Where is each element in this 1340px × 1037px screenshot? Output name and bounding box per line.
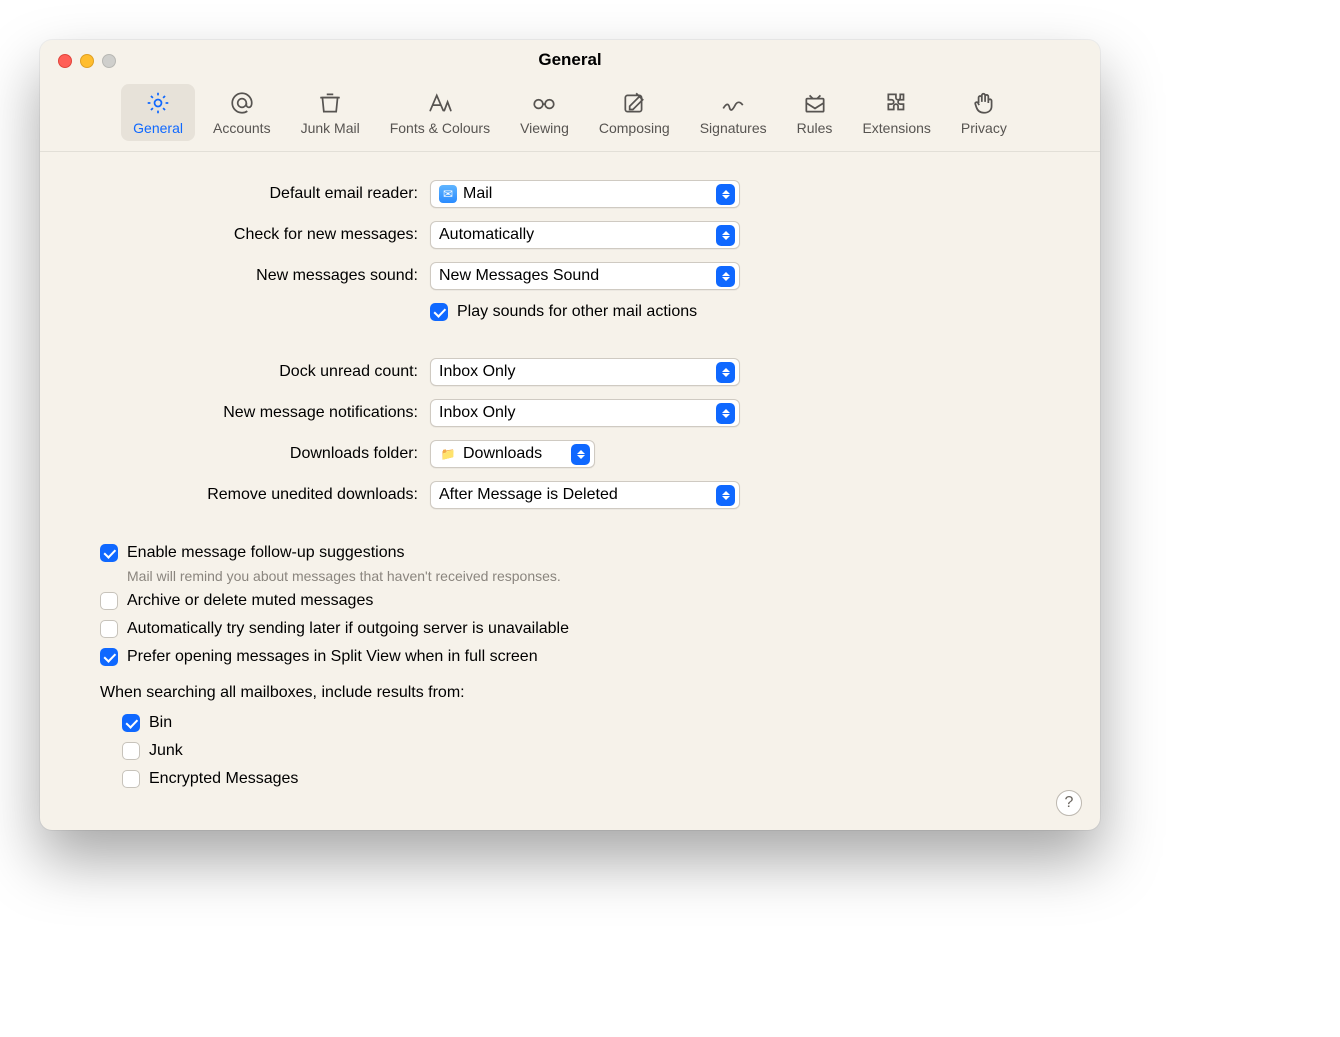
chevron-updown-icon <box>716 403 735 424</box>
remove-unedited-downloads-label: Remove unedited downloads: <box>100 486 430 504</box>
follow-up-suggestions-checkbox[interactable] <box>100 544 118 562</box>
archive-muted-checkbox[interactable] <box>100 592 118 610</box>
select-value: Inbox Only <box>439 363 706 381</box>
tab-label: Rules <box>797 120 833 136</box>
new-messages-sound-label: New messages sound: <box>100 267 430 285</box>
close-window-button[interactable] <box>58 54 72 68</box>
tab-extensions[interactable]: Extensions <box>850 84 942 141</box>
chevron-updown-icon <box>716 266 735 287</box>
select-value: New Messages Sound <box>439 267 706 285</box>
default-email-reader-label: Default email reader: <box>100 185 430 203</box>
include-encrypted-label: Encrypted Messages <box>149 768 298 790</box>
titlebar: General <box>40 40 1100 80</box>
general-settings-content: Default email reader: ✉ Mail Check for n… <box>40 152 1100 830</box>
split-view-label: Prefer opening messages in Split View wh… <box>127 646 538 668</box>
downloads-folder-label: Downloads folder: <box>100 445 430 463</box>
dock-unread-count-select[interactable]: Inbox Only <box>430 358 740 386</box>
bin-icon <box>316 90 344 116</box>
select-value: Downloads <box>463 445 561 463</box>
default-email-reader-select[interactable]: ✉ Mail <box>430 180 740 208</box>
split-view-checkbox[interactable] <box>100 648 118 666</box>
follow-up-sublabel: Mail will remind you about messages that… <box>127 568 1040 584</box>
preferences-window: General General Accounts Junk Mail Fonts… <box>40 40 1100 830</box>
chevron-updown-icon <box>716 362 735 383</box>
select-value: Mail <box>463 185 706 203</box>
new-message-notifications-label: New message notifications: <box>100 404 430 422</box>
traffic-lights <box>58 54 116 68</box>
new-messages-sound-select[interactable]: New Messages Sound <box>430 262 740 290</box>
preferences-toolbar: General Accounts Junk Mail Fonts & Colou… <box>40 80 1100 152</box>
glasses-icon <box>530 90 558 116</box>
compose-icon <box>620 90 648 116</box>
search-include-heading: When searching all mailboxes, include re… <box>100 684 1040 702</box>
play-sounds-other-checkbox[interactable] <box>430 303 448 321</box>
archive-muted-label: Archive or delete muted messages <box>127 590 373 612</box>
chevron-updown-icon <box>571 444 590 465</box>
tab-junk-mail[interactable]: Junk Mail <box>289 84 372 141</box>
remove-unedited-downloads-select[interactable]: After Message is Deleted <box>430 481 740 509</box>
tab-signatures[interactable]: Signatures <box>688 84 779 141</box>
select-value: After Message is Deleted <box>439 486 706 504</box>
include-encrypted-checkbox[interactable] <box>122 770 140 788</box>
chevron-updown-icon <box>716 184 735 205</box>
tab-label: General <box>133 120 183 136</box>
dock-unread-count-label: Dock unread count: <box>100 363 430 381</box>
at-icon <box>228 90 256 116</box>
new-message-notifications-select[interactable]: Inbox Only <box>430 399 740 427</box>
tab-label: Signatures <box>700 120 767 136</box>
tab-label: Extensions <box>862 120 930 136</box>
select-value: Inbox Only <box>439 404 706 422</box>
signature-icon <box>719 90 747 116</box>
window-title: General <box>538 50 601 70</box>
mail-app-icon: ✉ <box>439 185 457 203</box>
tab-composing[interactable]: Composing <box>587 84 682 141</box>
include-junk-label: Junk <box>149 740 183 762</box>
tab-label: Privacy <box>961 120 1007 136</box>
retry-later-label: Automatically try sending later if outgo… <box>127 618 569 640</box>
include-junk-checkbox[interactable] <box>122 742 140 760</box>
chevron-updown-icon <box>716 485 735 506</box>
font-icon <box>426 90 454 116</box>
tab-label: Viewing <box>520 120 569 136</box>
tab-fonts-colours[interactable]: Fonts & Colours <box>378 84 502 141</box>
include-bin-label: Bin <box>149 712 172 734</box>
tab-label: Fonts & Colours <box>390 120 490 136</box>
hand-icon <box>970 90 998 116</box>
tab-general[interactable]: General <box>121 84 195 141</box>
chevron-updown-icon <box>716 225 735 246</box>
downloads-folder-select[interactable]: 📁 Downloads <box>430 440 595 468</box>
minimize-window-button[interactable] <box>80 54 94 68</box>
include-bin-checkbox[interactable] <box>122 714 140 732</box>
tab-privacy[interactable]: Privacy <box>949 84 1019 141</box>
folder-icon: 📁 <box>439 445 457 463</box>
select-value: Automatically <box>439 226 706 244</box>
zoom-window-button[interactable] <box>102 54 116 68</box>
tab-accounts[interactable]: Accounts <box>201 84 283 141</box>
tab-label: Composing <box>599 120 670 136</box>
tab-label: Junk Mail <box>301 120 360 136</box>
play-sounds-other-label: Play sounds for other mail actions <box>457 301 697 323</box>
check-new-messages-select[interactable]: Automatically <box>430 221 740 249</box>
tab-viewing[interactable]: Viewing <box>508 84 581 141</box>
rules-icon <box>801 90 829 116</box>
tab-rules[interactable]: Rules <box>785 84 845 141</box>
retry-later-checkbox[interactable] <box>100 620 118 638</box>
help-button[interactable]: ? <box>1056 790 1082 816</box>
puzzle-icon <box>883 90 911 116</box>
follow-up-suggestions-label: Enable message follow-up suggestions <box>127 542 405 564</box>
tab-label: Accounts <box>213 120 271 136</box>
gear-icon <box>144 90 172 116</box>
check-new-messages-label: Check for new messages: <box>100 226 430 244</box>
